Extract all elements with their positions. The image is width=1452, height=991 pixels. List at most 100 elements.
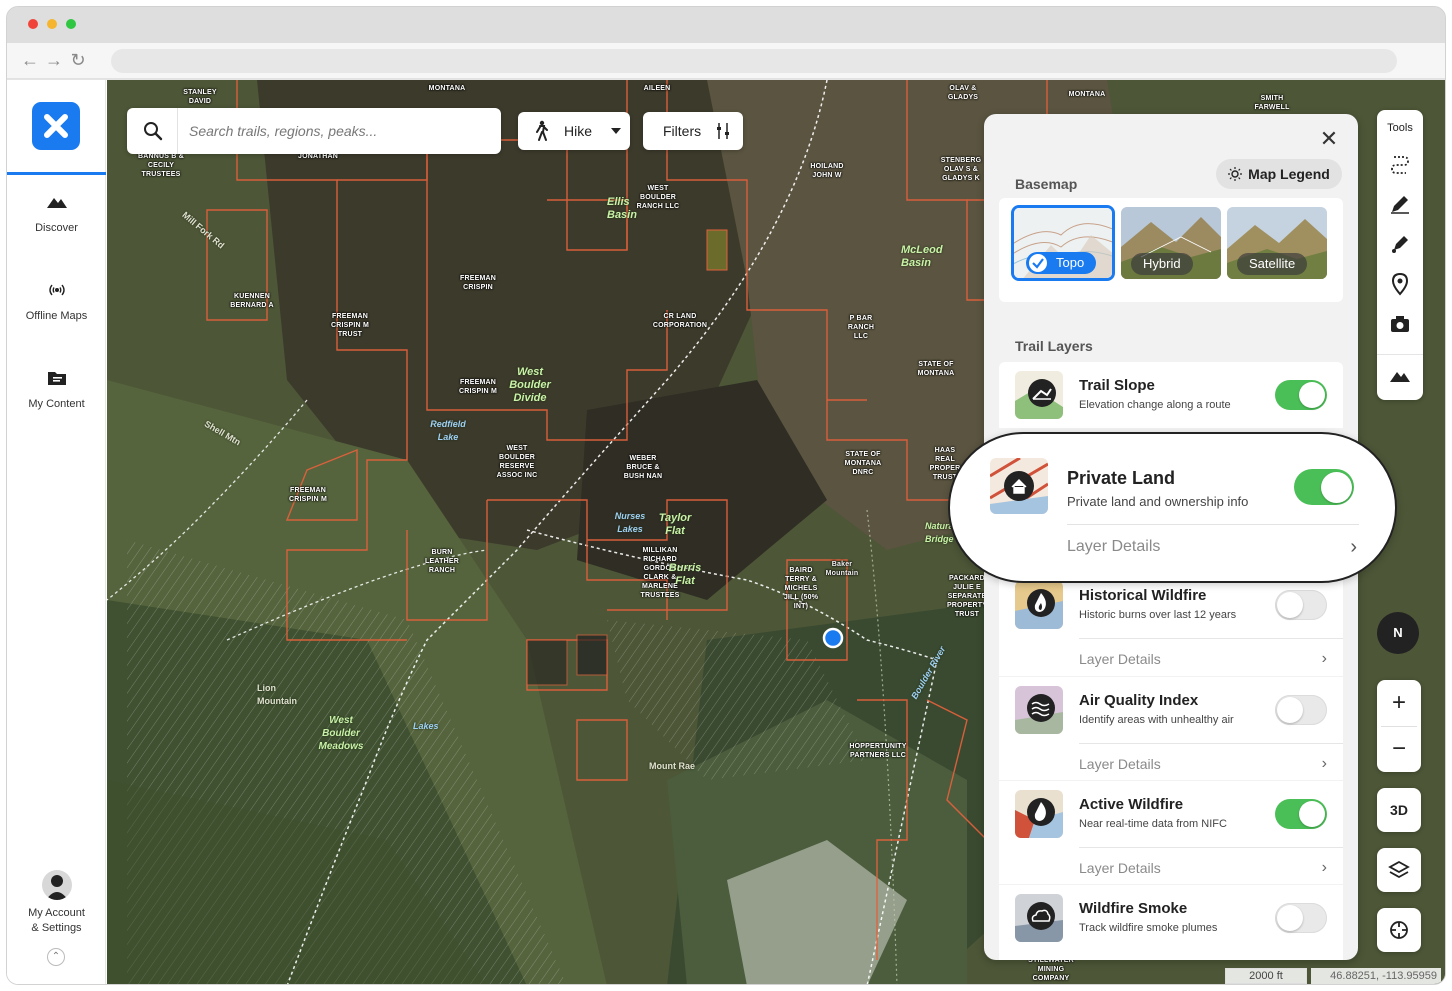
offline-maps-icon bbox=[48, 284, 65, 296]
row-separator bbox=[1067, 524, 1359, 525]
account-label-line2: & Settings bbox=[31, 922, 82, 934]
camera-icon[interactable] bbox=[1388, 312, 1412, 336]
toggle-knob bbox=[1277, 697, 1303, 723]
search-icon[interactable] bbox=[143, 121, 163, 141]
close-window-button[interactable] bbox=[28, 19, 38, 29]
map-label: FREEMAN CRISPIN M bbox=[459, 379, 497, 395]
map-canvas[interactable]: STANLEY DAVID MONTANA AILEEN OLAV & GLAD… bbox=[107, 80, 1445, 984]
wildfire-smoke-toggle[interactable] bbox=[1275, 903, 1327, 933]
browser-window: ← → ↻ Discover Offline Maps My Content M… bbox=[6, 6, 1446, 985]
historical-wildfire-toggle[interactable] bbox=[1275, 590, 1327, 620]
search-input[interactable] bbox=[189, 120, 489, 142]
layer-details-link[interactable]: Layer Details › bbox=[1079, 755, 1327, 772]
back-arrow-icon[interactable]: ← bbox=[19, 49, 41, 71]
sidebar-item-account[interactable]: My Account & Settings bbox=[7, 870, 106, 936]
map-label: P BAR RANCH LLC bbox=[847, 315, 875, 340]
route-icon[interactable] bbox=[1388, 152, 1412, 176]
address-bar[interactable] bbox=[111, 49, 1397, 73]
forward-arrow-icon[interactable]: → bbox=[43, 49, 65, 71]
map-label: Lakes bbox=[413, 721, 439, 731]
title-bar bbox=[7, 7, 1445, 43]
sidebar-item-label: Discover bbox=[35, 222, 78, 234]
map-label: Taylor Flat bbox=[658, 512, 692, 537]
map-label: CR LAND CORPORATION bbox=[652, 313, 708, 329]
layer-name: Trail Slope bbox=[1079, 377, 1155, 394]
chevron-right-icon: › bbox=[1321, 755, 1327, 772]
activity-dropdown[interactable]: Hike bbox=[518, 112, 630, 150]
map-legend-button[interactable]: Map Legend bbox=[1216, 159, 1342, 189]
row-separator bbox=[1079, 743, 1343, 744]
layer-name: Air Quality Index bbox=[1079, 692, 1199, 709]
close-icon[interactable]: ✕ bbox=[1318, 128, 1340, 150]
pencil-icon[interactable] bbox=[1388, 192, 1412, 216]
sidebar: Discover Offline Maps My Content My Acco… bbox=[7, 80, 106, 984]
layer-details-link[interactable]: Layer Details › bbox=[1079, 859, 1327, 876]
layer-name: Active Wildfire bbox=[1079, 796, 1184, 813]
wildfire-smoke-thumbnail bbox=[1015, 894, 1063, 942]
layer-details-link[interactable]: Layer Details › bbox=[1067, 536, 1357, 558]
map-label: Mount Rae bbox=[649, 761, 695, 771]
layers-button[interactable] bbox=[1377, 848, 1421, 892]
3d-button[interactable]: 3D bbox=[1377, 788, 1421, 832]
my-content-icon bbox=[47, 372, 66, 385]
map-label: STATE OF MONTANA bbox=[917, 361, 955, 377]
locate-button[interactable] bbox=[1377, 908, 1421, 952]
tools-label: Tools bbox=[1387, 122, 1413, 134]
filter-sliders-icon bbox=[717, 123, 730, 139]
map-label: MONTANA bbox=[428, 85, 466, 92]
active-wildfire-toggle[interactable] bbox=[1275, 799, 1327, 829]
minimize-window-button[interactable] bbox=[47, 19, 57, 29]
filters-button[interactable]: Filters bbox=[643, 112, 743, 150]
checkmark-icon bbox=[1029, 254, 1047, 272]
zoom-in-label: + bbox=[1391, 689, 1406, 716]
map-label: Burris Flat bbox=[668, 562, 702, 587]
search-bar bbox=[127, 108, 501, 154]
chevron-right-icon: › bbox=[1321, 650, 1327, 667]
reload-icon[interactable]: ↻ bbox=[67, 49, 89, 71]
basemap-satellite[interactable]: Satellite bbox=[1227, 207, 1327, 279]
air-quality-thumbnail bbox=[1015, 686, 1063, 734]
map-label: West Boulder Meadows bbox=[318, 715, 364, 752]
layer-details-label: Layer Details bbox=[1079, 860, 1161, 876]
private-land-toggle[interactable] bbox=[1294, 469, 1354, 505]
layers-icon bbox=[1388, 860, 1410, 879]
sidebar-item-my-content[interactable]: My Content bbox=[7, 366, 106, 410]
app-logo[interactable] bbox=[32, 102, 80, 150]
caret-down-icon bbox=[611, 128, 622, 134]
maximize-window-button[interactable] bbox=[66, 19, 76, 29]
map-label: Nurses Lakes bbox=[614, 511, 646, 534]
map-label: PACKARD JULIE E SEPARATE PROPERTY TRUST bbox=[946, 575, 988, 618]
chevron-up-icon[interactable]: ⌃ bbox=[47, 948, 65, 966]
sidebar-item-offline-maps[interactable]: Offline Maps bbox=[7, 278, 106, 322]
layer-details-label: Layer Details bbox=[1079, 756, 1161, 772]
layer-name: Wildfire Smoke bbox=[1079, 900, 1188, 917]
compass-label: N bbox=[1393, 625, 1403, 640]
discover-icon bbox=[46, 198, 67, 208]
location-pin-icon[interactable] bbox=[1388, 272, 1412, 296]
zoom-out-button[interactable]: − bbox=[1377, 726, 1421, 772]
basemap-selected-badge: Topo bbox=[1026, 252, 1097, 274]
sidebar-item-discover[interactable]: Discover bbox=[7, 190, 106, 234]
zoom-controls: + − bbox=[1377, 680, 1421, 772]
basemap-label: Satellite bbox=[1249, 256, 1296, 271]
layer-row-trail-slope: Trail Slope Elevation change along a rou… bbox=[999, 362, 1343, 428]
edit-pencil-icon[interactable] bbox=[1388, 232, 1412, 256]
map-label: FREEMAN CRISPIN M bbox=[289, 487, 327, 503]
chevron-right-icon: › bbox=[1350, 536, 1357, 558]
layer-details-link[interactable]: Layer Details › bbox=[1079, 650, 1327, 667]
air-quality-toggle[interactable] bbox=[1275, 695, 1327, 725]
row-separator bbox=[1079, 847, 1343, 848]
zoom-out-label: − bbox=[1391, 735, 1406, 762]
compass-button[interactable]: N bbox=[1377, 612, 1419, 654]
search-divider bbox=[177, 108, 178, 154]
zoom-in-button[interactable]: + bbox=[1377, 680, 1421, 726]
map-label: STANLEY DAVID bbox=[183, 89, 217, 105]
scale-bar: 2000 ft bbox=[1225, 968, 1307, 984]
avatar bbox=[41, 870, 72, 900]
layer-row-historical-wildfire: Historical Wildfire Historic burns over … bbox=[999, 572, 1343, 676]
basemap-topo[interactable]: Topo bbox=[1011, 205, 1115, 281]
trail-slope-toggle[interactable] bbox=[1275, 380, 1327, 410]
filters-label: Filters bbox=[663, 123, 702, 139]
basemap-hybrid[interactable]: Hybrid bbox=[1121, 207, 1221, 279]
terrain-icon[interactable] bbox=[1388, 364, 1412, 388]
